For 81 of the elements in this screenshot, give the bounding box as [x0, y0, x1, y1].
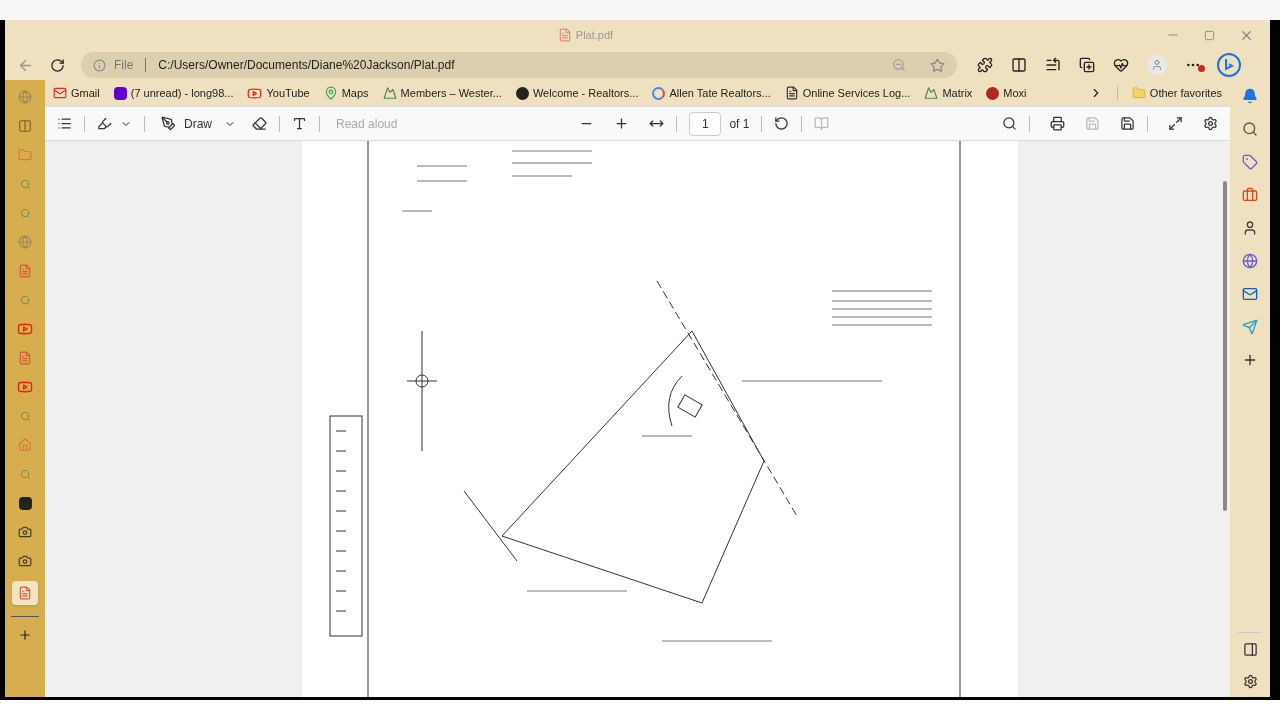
- fullscreen-icon[interactable]: [1168, 116, 1183, 131]
- pen-icon: [161, 116, 176, 131]
- chat-logo-icon[interactable]: [1217, 53, 1241, 77]
- letter-logo-icon: [18, 496, 32, 510]
- info-icon: [93, 58, 106, 72]
- bookmark-link[interactable]: Allen Tate Realtors...: [652, 84, 771, 102]
- bookmark-link[interactable]: Moxi: [986, 84, 1027, 102]
- camera-icon: [18, 554, 32, 568]
- other-favorites-link[interactable]: Other favorites: [1131, 84, 1222, 102]
- rotate-icon[interactable]: [774, 116, 790, 131]
- page-icon: [784, 86, 799, 100]
- bookmark-link[interactable]: Welcome - Realtors...: [515, 84, 639, 102]
- bookmark-link[interactable]: Matrix: [924, 84, 973, 102]
- folder-icon: [18, 148, 32, 162]
- puzzle-icon[interactable]: [977, 57, 993, 73]
- bookmark-link[interactable]: YouTube: [247, 84, 310, 102]
- round-logo-icon: [515, 86, 529, 100]
- bell-icon[interactable]: [1242, 88, 1258, 104]
- mountain-icon: [382, 86, 397, 100]
- mail-icon[interactable]: [1242, 286, 1258, 302]
- play-icon: [17, 379, 33, 395]
- heart-pulse-icon[interactable]: [1113, 57, 1129, 73]
- avatar-icon[interactable]: [1147, 55, 1167, 75]
- page-number-field[interactable]: 1: [689, 111, 722, 136]
- search-icon: [19, 178, 31, 190]
- bookmark-link[interactable]: Maps: [323, 84, 369, 102]
- search-icon[interactable]: [1242, 121, 1258, 137]
- tag-icon[interactable]: [1242, 154, 1258, 170]
- map-pin-icon: [323, 86, 338, 100]
- globe-icon: [18, 90, 32, 104]
- collections-icon[interactable]: [1079, 57, 1095, 73]
- url-text: C:/Users/Owner/Documents/Diane%20Jackson/Plat.pdf: [158, 57, 456, 74]
- globe-icon: [18, 235, 32, 249]
- bookmark-link[interactable]: Gmail: [53, 84, 100, 102]
- star-icon[interactable]: [930, 57, 945, 73]
- folder-icon: [1131, 86, 1146, 100]
- refresh-icon[interactable]: [50, 57, 65, 73]
- mail-icon: [53, 86, 67, 100]
- favorites-icon[interactable]: [1045, 57, 1061, 73]
- play-icon: [247, 85, 263, 101]
- search-icon: [19, 207, 31, 219]
- split-view-icon: [18, 119, 32, 133]
- scheme-label: File: [114, 57, 134, 74]
- settings-icon[interactable]: [1242, 674, 1258, 689]
- highlighter-icon[interactable]: [97, 116, 112, 131]
- play-icon: [17, 321, 33, 337]
- zoom-in-icon[interactable]: [614, 116, 630, 131]
- home-icon: [18, 438, 32, 452]
- search-icon: [19, 410, 31, 422]
- sidebar-panel-icon[interactable]: [1242, 642, 1258, 657]
- text-box-icon[interactable]: [292, 116, 307, 131]
- bookmark-link[interactable]: Online Services Log...: [784, 84, 911, 102]
- search-icon: [19, 294, 31, 306]
- save-as-icon[interactable]: [1120, 116, 1135, 131]
- briefcase-icon[interactable]: [1242, 187, 1258, 203]
- square-logo-icon: [113, 86, 127, 100]
- search-icon: [19, 468, 31, 480]
- page-count: of 1: [729, 115, 750, 133]
- print-icon[interactable]: [1050, 116, 1065, 131]
- document-icon: [18, 264, 32, 278]
- bookmark-link[interactable]: Members – Wester...: [382, 84, 502, 102]
- document-icon: [18, 586, 32, 600]
- restore-icon[interactable]: [1204, 29, 1215, 41]
- camera-icon: [18, 525, 32, 539]
- window-title: Plat.pdf: [575, 27, 614, 43]
- paper-plane-icon[interactable]: [1242, 319, 1258, 335]
- search-icon[interactable]: [1002, 116, 1017, 131]
- eraser-icon[interactable]: [252, 116, 267, 131]
- document-icon: [557, 28, 572, 42]
- round-logo-icon: [986, 86, 1000, 100]
- bookmark-link[interactable]: (7 unread) - long98...: [113, 84, 234, 102]
- mountain-icon: [924, 86, 939, 100]
- document-icon: [18, 351, 32, 365]
- new-tab-icon[interactable]: [18, 628, 32, 642]
- g-logo-icon: [652, 86, 666, 100]
- add-icon[interactable]: [1242, 352, 1258, 368]
- draw-button[interactable]: Draw: [157, 114, 216, 133]
- settings-icon[interactable]: [1203, 116, 1218, 131]
- split-screen-icon[interactable]: [1011, 57, 1027, 73]
- contents-icon[interactable]: [57, 116, 72, 131]
- address-field[interactable]: File C:/Users/Owner/Documents/Diane%20Jackson/Plat.pdf: [81, 52, 957, 78]
